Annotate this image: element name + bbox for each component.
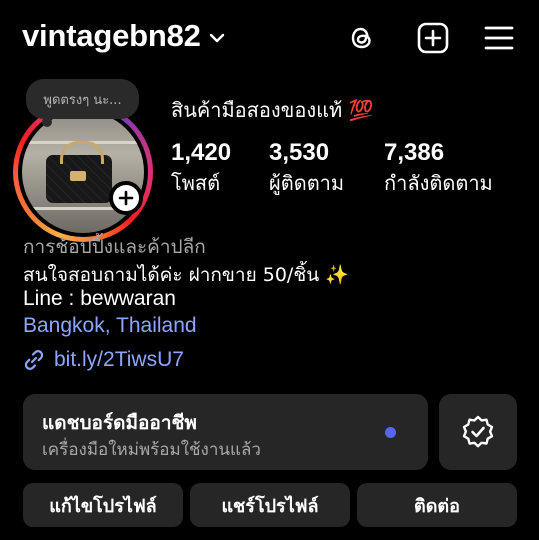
stat-posts-value: 1,420 [171, 139, 232, 166]
stat-following-label: กำลังติดตาม [384, 171, 493, 195]
bio-external-link[interactable]: bit.ly/2TiwsU7 [22, 348, 184, 372]
bio-location-link[interactable]: Bangkok, Thailand [23, 314, 197, 338]
stat-followers-label: ผู้ติดตาม [269, 171, 345, 195]
profile-note[interactable]: พูดตรงๆ นะ... [26, 79, 139, 119]
create-plus-icon[interactable] [416, 21, 450, 55]
dashboard-title: แดชบอร์ดมืออาชีพ [42, 412, 197, 434]
add-story-button[interactable] [109, 181, 143, 215]
edit-profile-button[interactable]: แก้ไขโปรไฟล์ [23, 483, 183, 527]
account-switcher[interactable]: vintagebn82 [22, 18, 225, 54]
stat-following-value: 7,386 [384, 139, 445, 166]
note-text: พูดตรงๆ นะ... [43, 92, 122, 108]
bio-category: การช้อปปิ้งและค้าปลีก [23, 236, 206, 258]
link-icon [24, 350, 44, 370]
verified-badge-button[interactable] [439, 394, 517, 470]
stat-following[interactable]: 7,386 กำลังติดตาม [384, 138, 493, 198]
share-profile-button[interactable]: แชร์โปรไฟล์ [190, 483, 350, 527]
profile-header: vintagebn82 [0, 0, 539, 76]
plus-icon [118, 190, 134, 206]
bio-line-1: สนใจสอบถามได้ค่ะ ฝากขาย 50/ชิ้น ✨ [23, 264, 349, 286]
contact-button[interactable]: ติดต่อ [357, 483, 517, 527]
stat-followers[interactable]: 3,530 ผู้ติดตาม [269, 138, 344, 198]
menu-icon[interactable] [482, 21, 516, 55]
dashboard-subtitle: เครื่องมือใหม่พร้อมใช้งานแล้ว [42, 440, 261, 460]
stat-posts[interactable]: 1,420 โพสต์ [171, 138, 231, 198]
bio-line-2: Line : bewwaran [23, 287, 176, 310]
note-bubble-tail [42, 117, 52, 127]
username: vintagebn82 [22, 18, 201, 53]
link-text: bit.ly/2TiwsU7 [54, 348, 184, 371]
display-name: สินค้ามือสองของแท้ 💯 [171, 98, 374, 122]
stat-followers-value: 3,530 [269, 139, 330, 166]
threads-icon[interactable] [345, 21, 379, 55]
avatar-story-ring[interactable] [13, 102, 153, 242]
verified-badge-icon [462, 415, 494, 448]
professional-dashboard-card[interactable]: แดชบอร์ดมืออาชีพ เครื่องมือใหม่พร้อมใช้ง… [23, 394, 428, 470]
chevron-down-icon [209, 33, 224, 43]
new-indicator-dot [385, 427, 396, 438]
stat-posts-label: โพสต์ [171, 171, 221, 195]
